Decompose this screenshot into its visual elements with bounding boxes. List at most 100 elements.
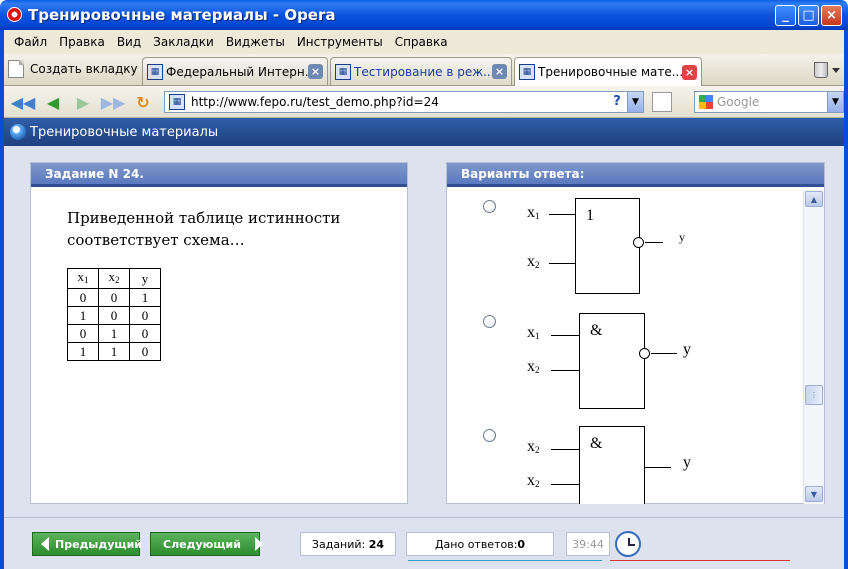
page-body: Задание N 24. Приведенной таблице истинн… xyxy=(4,146,844,517)
page-favicon-icon: ▦ xyxy=(169,94,185,110)
search-placeholder[interactable]: Google xyxy=(717,95,827,109)
address-bar[interactable]: ▦ http://www.fepo.ru/test_demo.php?id=24… xyxy=(164,91,644,113)
reload-icon[interactable]: ↻ xyxy=(132,92,154,112)
scroll-down-icon[interactable]: ▼ xyxy=(805,486,823,502)
tab-training[interactable]: ▦ Тренировочные мате... × xyxy=(514,57,702,86)
header-y: y xyxy=(129,268,161,289)
wand-icon[interactable] xyxy=(652,92,672,112)
forward-icon[interactable]: ▶ xyxy=(72,92,94,112)
answers-heading: Варианты ответа: xyxy=(447,163,824,187)
menu-view[interactable]: Вид xyxy=(111,35,147,49)
google-icon xyxy=(699,95,713,109)
tab-label: Федеральный Интерн... xyxy=(166,64,308,79)
menu-bar: Файл Правка Вид Закладки Виджеты Инструм… xyxy=(4,30,844,54)
menu-help[interactable]: Справка xyxy=(389,35,454,49)
question-text: Приведенной таблице истинности соответст… xyxy=(67,207,367,251)
answer-radio-2[interactable] xyxy=(483,315,496,328)
url-text[interactable]: http://www.fepo.ru/test_demo.php?id=24 xyxy=(191,95,607,109)
site-info-icon[interactable]: ? xyxy=(607,94,627,110)
trash-icon[interactable] xyxy=(814,62,828,78)
answer-radio-1[interactable] xyxy=(483,200,496,213)
timer-display: 39:44 xyxy=(566,532,610,556)
tasks-count: Заданий: 24 xyxy=(300,532,396,556)
page-favicon-icon: ▦ xyxy=(147,63,163,80)
table-cell: 0 xyxy=(129,324,161,343)
input-label-x1: x1 xyxy=(527,204,540,221)
test-footer: Предыдущий Следующий Заданий: 24 Дано от… xyxy=(4,517,844,569)
answered-count: Дано ответов: 0 xyxy=(406,532,554,556)
table-cell: 1 xyxy=(98,342,130,361)
table-cell: 1 xyxy=(129,288,161,307)
arrow-right-icon xyxy=(254,537,263,551)
maximize-button[interactable]: □ xyxy=(798,5,819,26)
output-wire xyxy=(645,242,663,243)
page-favicon-icon: ▦ xyxy=(519,64,535,80)
output-label: y xyxy=(683,454,691,471)
table-row: 1 1 0 xyxy=(67,342,161,361)
fast-forward-icon[interactable]: ▶▶ xyxy=(101,92,126,112)
window-title: Тренировочные материалы - Opera xyxy=(28,6,336,24)
question-line-1: Приведенной таблице истинности xyxy=(67,209,341,227)
scroll-up-icon[interactable]: ▲ xyxy=(805,191,823,207)
rewind-icon[interactable]: ◀◀ xyxy=(11,92,36,112)
table-cell: 1 xyxy=(98,324,130,343)
back-icon[interactable]: ◀ xyxy=(42,92,64,112)
search-box[interactable]: Google ▼ xyxy=(694,91,844,113)
truth-table: x1 x2 y 0 0 1 1 0 0 0 1 0 1 1 0 xyxy=(67,268,161,361)
answers-scrollbar[interactable]: ▲ ⋮ ▼ xyxy=(803,190,824,504)
gate-symbol: & xyxy=(590,435,603,452)
input-label-x2: x2 xyxy=(527,358,540,375)
address-dropdown-icon[interactable]: ▼ xyxy=(627,92,643,112)
question-line-2: соответствует схема… xyxy=(67,231,245,249)
output-wire xyxy=(651,353,677,354)
table-cell: 0 xyxy=(67,324,99,343)
tab-testing[interactable]: ▦ Тестирование в реж... × xyxy=(330,57,512,85)
menu-edit[interactable]: Правка xyxy=(53,35,111,49)
tab-close-icon[interactable]: × xyxy=(682,64,697,80)
menu-widgets[interactable]: Виджеты xyxy=(220,35,291,49)
tab-close-icon[interactable]: × xyxy=(308,64,323,79)
table-cell: 0 xyxy=(98,306,130,325)
menu-tools[interactable]: Инструменты xyxy=(291,35,389,49)
menu-bookmarks[interactable]: Закладки xyxy=(147,35,220,49)
table-cell: 1 xyxy=(67,306,99,325)
previous-button[interactable]: Предыдущий xyxy=(32,532,143,556)
table-cell: 0 xyxy=(129,306,161,325)
tasks-value: 24 xyxy=(368,537,385,551)
page-header-title: Тренировочные материалы xyxy=(30,124,219,140)
tasks-label: Заданий: xyxy=(311,537,366,551)
navigation-bar: ◀◀ ◀ ▶ ▶▶ ↻ ▦ http://www.fepo.ru/test_de… xyxy=(4,86,844,118)
trash-dropdown-icon[interactable] xyxy=(832,68,840,73)
scroll-thumb[interactable]: ⋮ xyxy=(805,385,823,405)
table-row: 1 0 0 xyxy=(67,306,161,325)
close-button[interactable]: × xyxy=(821,5,842,26)
input-wire xyxy=(549,214,575,215)
menu-file[interactable]: Файл xyxy=(8,35,53,49)
answer-radio-3[interactable] xyxy=(483,429,496,442)
table-cell: 0 xyxy=(98,288,130,307)
tab-close-icon[interactable]: × xyxy=(492,64,507,79)
table-row: 0 1 0 xyxy=(67,324,161,343)
input-wire xyxy=(549,263,575,264)
arrow-left-icon xyxy=(41,537,49,551)
tab-federal[interactable]: ▦ Федеральный Интерн... × xyxy=(142,57,328,85)
search-dropdown-icon[interactable]: ▼ xyxy=(827,92,843,112)
table-row: 0 0 1 xyxy=(67,288,161,307)
browser-window: Тренировочные материалы - Opera _ □ × Фа… xyxy=(0,0,848,569)
answered-value: 0 xyxy=(517,537,526,551)
page-content: Тренировочные материалы Задание N 24. Пр… xyxy=(4,118,844,569)
input-label-x1: x2 xyxy=(527,438,540,455)
answer-option-2: x1 x2 & y xyxy=(447,305,803,420)
status-line-blue xyxy=(408,560,602,569)
inversion-bubble xyxy=(633,237,644,248)
next-button[interactable]: Следующий xyxy=(150,532,263,556)
new-tab-button[interactable]: Создать вкладку xyxy=(8,60,138,78)
next-label: Следующий xyxy=(163,537,241,551)
previous-label: Предыдущий xyxy=(55,537,143,551)
minimize-button[interactable]: _ xyxy=(775,5,796,26)
gate-symbol: & xyxy=(590,322,603,339)
tab-bar: Создать вкладку ▦ Федеральный Интерн... … xyxy=(4,54,844,86)
input-wire xyxy=(551,484,579,485)
table-cell: 1 xyxy=(67,342,99,361)
header-x2: x2 xyxy=(98,268,130,289)
